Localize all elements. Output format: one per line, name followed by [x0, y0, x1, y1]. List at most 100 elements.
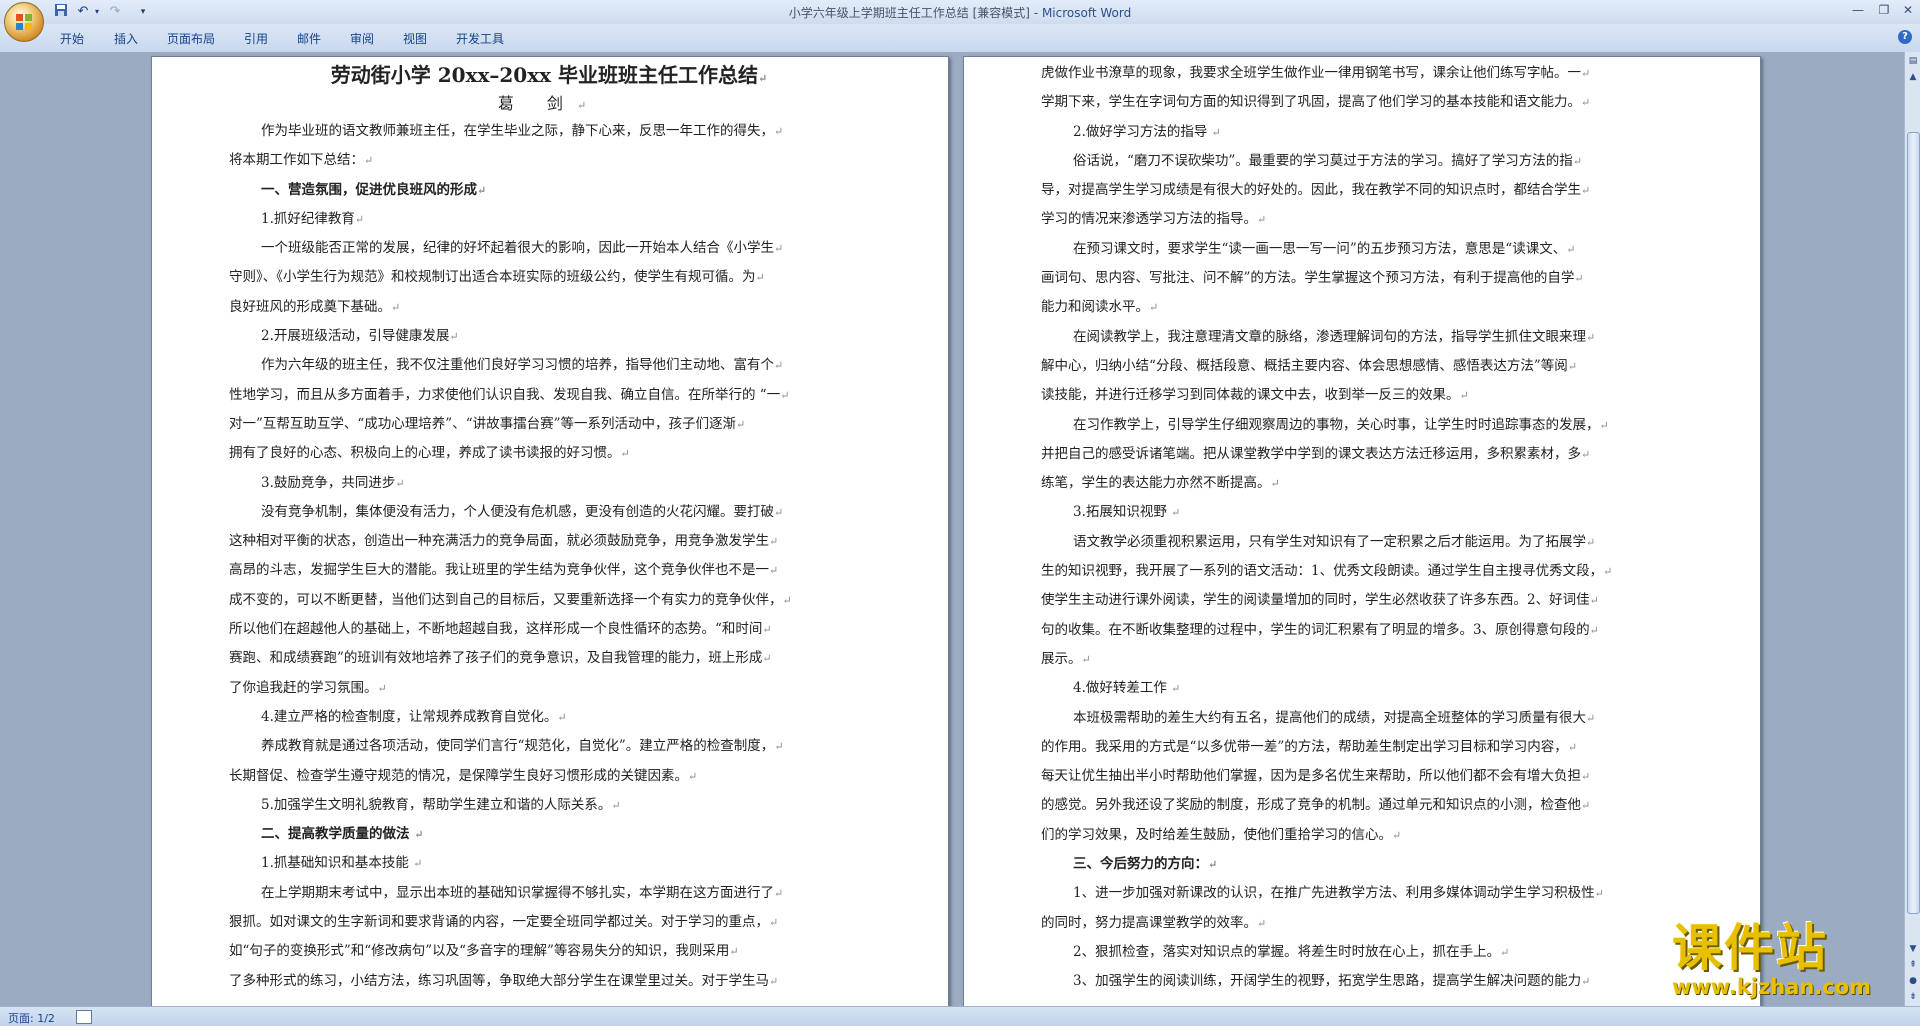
line-text: 没有竞争机制，集体便没有活力，个人便没有危机感，更没有创造的火花闪耀。要打破	[261, 503, 774, 520]
line-text: 1.抓好纪律教育	[261, 210, 355, 227]
tab-view[interactable]: 视图	[403, 30, 427, 47]
close-icon[interactable]: ✕	[1896, 2, 1920, 18]
line-text: 俗话说，“磨刀不误砍柴功”。最重要的学习莫过于方法的学习。搞好了学习方法的指	[1073, 152, 1573, 169]
paragraph-line: 作为毕业班的语文教师兼班主任，在学生毕业之际，静下心来，反思一年工作的得失，↵	[229, 117, 869, 146]
scroll-up-icon[interactable]: ▲	[1906, 70, 1920, 84]
line-text: 一、营造氛围，促进优良班风的形成	[261, 181, 477, 198]
paragraph-line: 本班极需帮助的差生大约有五名，提高他们的成绩，对提高全班整体的学习质量有很大↵	[1041, 704, 1681, 733]
paragraph-line: 3.鼓励竞争，共同进步↵	[229, 469, 869, 498]
paragraph-mark-icon: ↵	[774, 886, 784, 900]
line-text: 一个班级能否正常的发展，纪律的好坏起着很大的影响，因此一开始本人结合《小学生	[261, 240, 774, 257]
section-heading: 三、今后努力的方向：↵	[1041, 850, 1681, 879]
tab-home[interactable]: 开始	[60, 30, 84, 47]
body-line: 赛跑、和成绩赛跑”的班训有效地培养了孩子们的竞争意识，及自我管理的能力，班上形成…	[229, 644, 869, 673]
line-text: 并把自己的感受诉诸笔端。把从课堂教学中学到的课文表达方法迁移运用，多积累素材，多	[1041, 445, 1581, 462]
tab-developer[interactable]: 开发工具	[456, 30, 504, 47]
line-text: 守则》、《小学生行为规范》和校规制订出适合本班实际的班级公约，使学生有规可循。为	[229, 269, 756, 286]
paragraph-mark-icon: ↵	[762, 623, 772, 637]
line-text: 成不变的，可以不断更替，当他们达到自己的目标后，又要重新选择一个有实力的竞争伙伴…	[229, 591, 783, 608]
body-line: 虎做作业书潦草的现象，我要求全班学生做作业一律用钢笔书写，课余让他们练写字帖。一…	[1041, 59, 1681, 88]
body-line: 的感觉。另外我还设了奖励的制度，形成了竞争的机制。通过单元和知识点的小测，检查他…	[1041, 791, 1681, 820]
body-line: 并把自己的感受诉诸笔端。把从课堂教学中学到的课文表达方法迁移运用，多积累素材，多…	[1041, 440, 1681, 469]
watermark-url: www.kjzhan.com	[1672, 975, 1872, 999]
ruler-toggle-icon[interactable]: ▤	[1906, 54, 1920, 68]
paragraph-mark-icon: ↵	[688, 769, 698, 783]
vertical-scrollbar[interactable]: ▤ ▲ ▼ ⇞ ● ⇟	[1904, 52, 1920, 1006]
line-text: 二、提高教学质量的做法	[261, 826, 415, 843]
paragraph-mark-icon: ↵	[377, 681, 387, 695]
body-line: 每天让优生抽出半小时帮助他们掌握，因为是多名优生来帮助，所以他们都不会有增大负担…	[1041, 762, 1681, 791]
paragraph-mark-icon: ↵	[1270, 477, 1280, 491]
tab-page-layout[interactable]: 页面布局	[167, 30, 215, 47]
body-line: 这种相对平衡的状态，创造出一种充满活力的竞争局面，就必须鼓励竞争，用竞争激发学生…	[229, 527, 869, 556]
paragraph-mark-icon: ↵	[774, 359, 784, 373]
watermark-brand: 课件站	[1672, 919, 1828, 977]
line-text: 4.做好转差工作	[1073, 680, 1172, 697]
paragraph-mark-icon: ↵	[611, 798, 621, 812]
line-text: 3.拓展知识视野	[1073, 504, 1172, 521]
line-text: 赛跑、和成绩赛跑”的班训有效地培养了孩子们的竞争意识，及自我管理的能力，班上形成	[229, 650, 763, 667]
paragraph-mark-icon: ↵	[769, 564, 779, 578]
paragraph-mark-icon: ↵	[364, 154, 374, 168]
page-2-content: 虎做作业书潦草的现象，我要求全班学生做作业一律用钢笔书写，课余让他们练写字帖。一…	[1041, 59, 1681, 997]
body-line: 对一”互帮互助互学、“成功心理培养”、“讲故事擂台赛”等一系列活动中，孩子们逐渐…	[229, 410, 869, 439]
body-line: 了多种形式的练习，小结方法，练习巩固等，争取绝大部分学生在课堂里过关。对于学生马…	[229, 967, 869, 996]
paragraph-mark-icon: ↵	[1257, 213, 1267, 227]
minimize-icon[interactable]: —	[1846, 2, 1870, 18]
office-logo-icon	[16, 14, 32, 30]
paragraph-line: 在预习课文时，要求学生“读一画一思一写一问”的五步预习方法，意思是“读课文、↵	[1041, 235, 1681, 264]
body-line: 读技能，并进行迁移学习到同体裁的课文中去，收到举一反三的效果。↵	[1041, 381, 1681, 410]
line-text: 学期下来，学生在字词句方面的知识得到了巩固，提高了他们学习的基本技能和语文能力。	[1041, 94, 1581, 111]
paragraph-mark-icon: ↵	[413, 857, 423, 871]
document-page-1[interactable]: 劳动街小学 20xx–20xx 毕业班班主任工作总结↵ 葛 剑↵ 作为毕业班的语文教…	[151, 56, 949, 1006]
tab-references[interactable]: 引用	[244, 30, 268, 47]
page-1-content: 劳动街小学 20xx–20xx 毕业班班主任工作总结↵ 葛 剑↵ 作为毕业班的语文教…	[229, 59, 869, 996]
restore-icon[interactable]: ❐	[1872, 2, 1896, 18]
paragraph-line: 语文教学必须重视积累运用，只有学生对知识有了一定积累之后才能运用。为了拓展学↵	[1041, 528, 1681, 557]
paragraph-line: 3.拓展知识视野 ↵	[1041, 498, 1681, 527]
paragraph-line: 2.开展班级活动，引导健康发展↵	[229, 322, 869, 351]
title-bar: ↶ ▾ ↷ ▾ 小学六年级上学期班主任工作总结 [兼容模式] - Microso…	[0, 0, 1920, 42]
paragraph-mark-icon: ↵	[1149, 301, 1159, 315]
body-line: 学习的情况来渗透学习方法的指导。↵	[1041, 205, 1681, 234]
body-line: 能力和阅读水平。↵	[1041, 293, 1681, 322]
office-button[interactable]	[4, 2, 44, 42]
help-icon[interactable]: ?	[1898, 30, 1912, 44]
tab-insert[interactable]: 插入	[114, 30, 138, 47]
paragraph-mark-icon: ↵	[1567, 359, 1578, 373]
line-text: 能力和阅读水平。	[1041, 299, 1149, 316]
paragraph-mark-icon: ↵	[414, 828, 424, 842]
proofing-icon[interactable]	[76, 1010, 92, 1024]
next-page-icon[interactable]: ⇟	[1906, 990, 1920, 1004]
paragraph-mark-icon: ↵	[1171, 506, 1181, 520]
previous-page-icon[interactable]: ⇞	[1906, 958, 1920, 972]
paragraph-line: 4.建立严格的检查制度，让常规养成教育自觉化。↵	[229, 703, 869, 732]
line-text: 导，对提高学生学习成绩是有很大的好处的。因此，我在教学不同的知识点时，都结合学生	[1041, 182, 1581, 199]
tab-review[interactable]: 审阅	[350, 30, 374, 47]
body-line: 导，对提高学生学习成绩是有很大的好处的。因此，我在教学不同的知识点时，都结合学生…	[1041, 176, 1681, 205]
line-text: 对一”互帮互助互学、“成功心理培养”、“讲故事擂台赛”等一系列活动中，孩子们逐渐	[229, 415, 737, 432]
line-text: 在习作教学上，引导学生仔细观察周边的事物，关心时事，让学生时时追踪事态的发展，	[1073, 416, 1600, 433]
page-count[interactable]: 页面: 1/2	[8, 1010, 55, 1026]
body-line: 将本期工作如下总结：↵	[229, 146, 869, 175]
scroll-thumb[interactable]	[1907, 132, 1920, 914]
paragraph-mark-icon: ↵	[1581, 975, 1591, 989]
paragraph-mark-icon: ↵	[762, 652, 772, 666]
line-text: 作为毕业班的语文教师兼班主任，在学生毕业之际，静下心来，反思一年工作的得失，	[261, 123, 774, 139]
line-text: 学习的情况来渗透学习方法的指导。	[1041, 211, 1257, 228]
line-text: 句的收集。在不断收集整理的过程中，学生的词汇积累有了明显的增多。3、原创得意句段…	[1041, 621, 1590, 638]
body-line: 所以他们在超越他人的基础上，不断地超越自我，这样形成一个良性循环的态势。“和时间…	[229, 615, 869, 644]
paragraph-mark-icon: ↵	[391, 300, 401, 314]
paragraph-line: 养成教育就是通过各项活动，使同学们言行“规范化，自觉化”。建立严格的检查制度，↵	[229, 732, 869, 761]
document-page-2[interactable]: 虎做作业书潦草的现象，我要求全班学生做作业一律用钢笔书写，课余让他们练写字帖。一…	[963, 56, 1761, 1006]
paragraph-mark-icon: ↵	[1211, 125, 1221, 139]
paragraph-line: 在阅读教学上，我注意理清文章的脉络，渗透理解词句的方法，指导学生抓住文眼来理↵	[1041, 323, 1681, 352]
paragraph-mark-icon: ↵	[1581, 770, 1591, 784]
tab-mailings[interactable]: 邮件	[297, 30, 321, 47]
line-text: 语文教学必须重视积累运用，只有学生对知识有了一定积累之后才能运用。为了拓展学	[1073, 533, 1586, 550]
scroll-down-icon[interactable]: ▼	[1906, 942, 1920, 956]
select-browse-object-icon[interactable]: ●	[1906, 974, 1920, 988]
line-text: 养成教育就是通过各项活动，使同学们言行“规范化，自觉化”。建立严格的检查制度，	[261, 738, 775, 755]
body-line: 练笔，学生的表达能力亦然不断提高。↵	[1041, 469, 1681, 498]
line-text: 本班极需帮助的差生大约有五名，提高他们的成绩，对提高全班整体的学习质量有很大	[1073, 709, 1586, 726]
